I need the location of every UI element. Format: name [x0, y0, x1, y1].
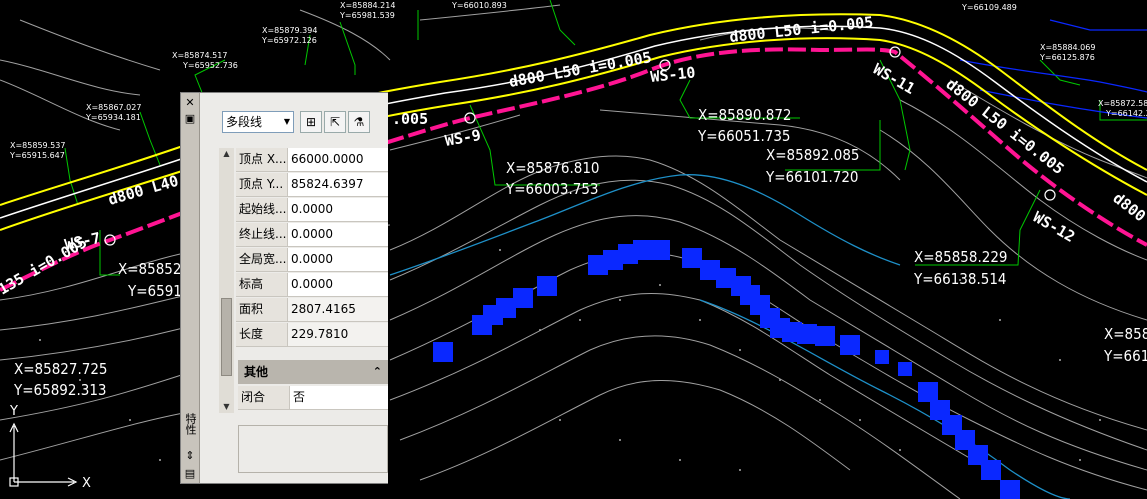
ucs-y-label: Y	[9, 404, 18, 419]
pipe-label: .005	[392, 110, 428, 128]
scroll-down-icon[interactable]: ▼	[220, 401, 233, 413]
object-type-select[interactable]: 多段线 ▼	[222, 111, 294, 133]
property-value[interactable]: 66000.0000	[288, 148, 388, 171]
property-value[interactable]: 否	[290, 386, 388, 409]
coord-y: Y=66125.876	[1039, 53, 1095, 62]
coord-x: X=85858.229	[914, 248, 1008, 266]
property-label: 起始线...	[236, 198, 288, 221]
property-value[interactable]: 0.0000	[288, 273, 388, 296]
property-label: 终止线...	[236, 223, 288, 246]
palette-menu-icon[interactable]: ▤	[183, 466, 197, 480]
property-label: 长度	[236, 323, 288, 346]
coord-x: X=85892.085	[766, 146, 860, 164]
coord-y: Y=66109.489	[961, 3, 1017, 12]
coord-y: Y=661	[1103, 347, 1147, 365]
property-row[interactable]: 终止线... 0.0000	[236, 223, 388, 247]
palette-title-bar[interactable]: ✕ ▣ 特性 ⇕ ▤	[181, 93, 200, 483]
close-icon[interactable]: ✕	[183, 95, 197, 109]
cad-drawing-canvas[interactable]: d800 L50 i=0.005 d800 L50 i=0.005 d800 L…	[0, 0, 1147, 499]
coord-y: Y=66003.753	[505, 180, 599, 198]
coord-y: Y=66010.893	[451, 1, 507, 10]
auto-hide-icon[interactable]: ▣	[183, 111, 197, 125]
property-value: 2807.4165	[288, 298, 388, 321]
well-label: WS-10	[650, 63, 697, 86]
properties-palette[interactable]: ✕ ▣ 特性 ⇕ ▤ 多段线 ▼ ⊞ ⇱ ⚗ ▲ ▼ 顶点 X... 66000…	[180, 92, 388, 484]
property-row[interactable]: 长度 229.7810	[236, 323, 388, 347]
property-row[interactable]: 顶点 Y... 85824.6397	[236, 173, 388, 197]
coord-y: Y=65981.539	[339, 11, 395, 20]
coord-x: X=85872.583	[1098, 99, 1147, 108]
property-value[interactable]: 0.0000	[288, 198, 388, 221]
coord-y: Y=66101.720	[765, 168, 859, 186]
section-other-header[interactable]: 其他 ⌃	[238, 360, 388, 384]
ucs-icon: Y X	[9, 404, 91, 491]
property-row[interactable]: 面积 2807.4165	[236, 298, 388, 322]
scroll-up-icon[interactable]: ▲	[220, 148, 233, 160]
property-label: 标高	[236, 273, 288, 296]
property-label: 顶点 X...	[236, 148, 288, 171]
property-row[interactable]: 顶点 X... 66000.0000	[236, 148, 388, 172]
coord-y: Y=65934.181	[85, 113, 141, 122]
coord-x: X=85867.027	[86, 103, 141, 112]
property-row[interactable]: 标高 0.0000	[236, 273, 388, 297]
pipe-label: d800 L40	[106, 172, 180, 209]
property-label: 面积	[236, 298, 288, 321]
section-other-title: 其他	[244, 365, 269, 379]
coord-x: X=85859.537	[10, 141, 65, 150]
ucs-x-label: X	[82, 476, 91, 491]
well-label: WS-9	[444, 126, 483, 150]
palette-body: 多段线 ▼ ⊞ ⇱ ⚗ ▲ ▼ 顶点 X... 66000.0000 顶点 Y.…	[200, 93, 388, 483]
property-label: 顶点 Y...	[236, 173, 288, 196]
well-label: WS-7	[63, 229, 102, 254]
well-label: WS-12	[1030, 208, 1078, 246]
select-objects-button[interactable]: ⇱	[324, 111, 346, 133]
property-description-panel	[238, 425, 388, 473]
property-row[interactable]: 起始线... 0.0000	[236, 198, 388, 222]
property-row-closed[interactable]: 闭合 否	[238, 386, 388, 410]
palette-properties-icon[interactable]: ⇕	[183, 448, 197, 462]
pipe-label: d800	[1110, 189, 1147, 225]
property-value[interactable]: 85824.6397	[288, 173, 388, 196]
chevron-up-icon[interactable]: ⌃	[373, 360, 382, 384]
coord-x: X=85884.069	[1040, 43, 1095, 52]
coord-x: X=85879.394	[262, 26, 317, 35]
coord-y: Y=66138.514	[913, 270, 1007, 288]
coord-y: Y=6591	[127, 282, 182, 300]
coord-y: Y=65972.126	[261, 36, 317, 45]
coord-x: X=858	[1104, 325, 1147, 343]
coord-y: Y=65952.736	[182, 61, 238, 70]
coord-x: X=85852	[118, 260, 181, 278]
coord-x: X=85890.872	[698, 106, 792, 124]
property-row[interactable]: 全局宽... 0.0000	[236, 248, 388, 272]
coord-x: X=85876.810	[506, 159, 600, 177]
coord-x: X=85874.517	[172, 51, 227, 60]
pipe-label: d800 L50 i=0.005	[943, 75, 1068, 178]
coord-x: X=85827.725	[14, 360, 108, 378]
scroll-thumb[interactable]	[221, 298, 232, 376]
palette-title: 特性	[184, 413, 197, 435]
chevron-down-icon: ▼	[283, 117, 290, 126]
property-label: 全局宽...	[236, 248, 288, 271]
property-value[interactable]: 0.0000	[288, 248, 388, 271]
coord-y: Y=65915.647	[9, 151, 65, 160]
coord-y: Y=66142.249	[1105, 109, 1147, 118]
property-label: 闭合	[238, 386, 290, 409]
property-value[interactable]: 0.0000	[288, 223, 388, 246]
coord-y: Y=66051.735	[697, 127, 791, 145]
property-value: 229.7810	[288, 323, 388, 346]
coord-x: X=85884.214	[340, 1, 395, 10]
coord-y: Y=65892.313	[13, 381, 107, 399]
toggle-pickadd-button[interactable]: ⊞	[300, 111, 322, 133]
palette-scrollbar[interactable]: ▲ ▼	[219, 148, 234, 413]
quick-select-button[interactable]: ⚗	[348, 111, 370, 133]
object-type-value: 多段线	[226, 115, 263, 129]
